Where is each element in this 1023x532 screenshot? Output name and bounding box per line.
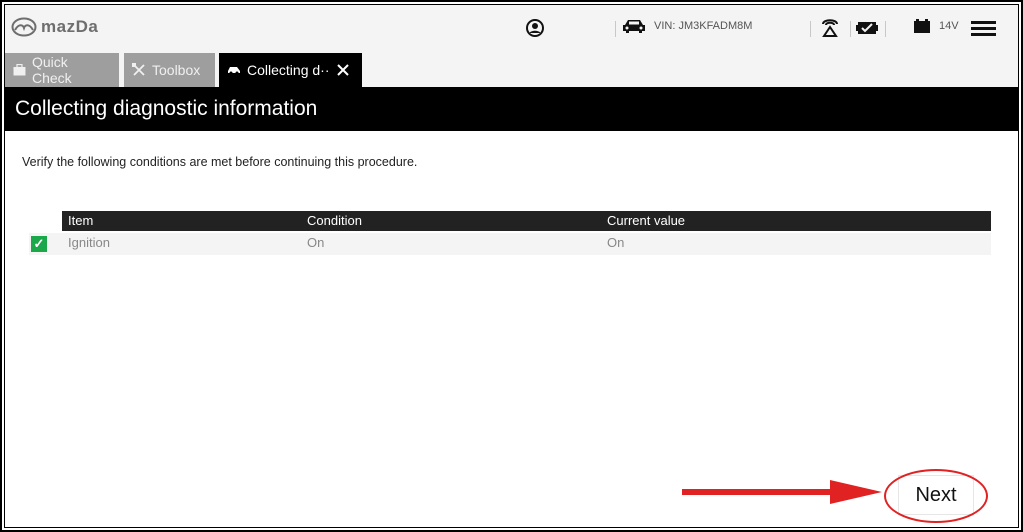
battery-voltage: 14V (939, 20, 959, 32)
brand-logo-text: mazDa (41, 17, 99, 36)
column-header-current-value: Current value (607, 213, 686, 228)
hamburger-menu-icon[interactable] (971, 20, 996, 36)
battery-status: 14V (913, 17, 959, 35)
cell-condition: On (307, 235, 325, 250)
tab-toolbox[interactable]: Toolbox (124, 53, 215, 87)
car-icon (228, 67, 240, 75)
annotation-highlight-circle (884, 469, 988, 523)
user-account-icon[interactable] (526, 19, 544, 37)
condition-met-check-icon: ✓ (31, 236, 47, 252)
battery-icon (914, 19, 930, 33)
tab-collecting-diagnostic[interactable]: Collecting d·· (219, 53, 362, 87)
page-title: Collecting diagnostic information (15, 97, 318, 120)
connection-status-icon[interactable] (820, 16, 840, 38)
vin-display: VIN: JM3KFADM8M (622, 18, 752, 34)
column-header-condition: Condition (307, 213, 362, 228)
header-divider (885, 21, 886, 37)
vci-device-icon[interactable] (856, 19, 878, 37)
column-header-item: Item (68, 213, 94, 228)
page-title-bar: Collecting diagnostic information (5, 87, 1018, 131)
brand-logo: mazDa (11, 15, 98, 39)
table-row: ✓ Ignition On On (29, 233, 991, 255)
vin-text: VIN: JM3KFADM8M (654, 20, 753, 32)
tools-icon (132, 63, 145, 76)
toolbox-case-icon (13, 64, 26, 76)
app-window: mazDa VIN: JM3KFADM8M 14V Quick Check To… (4, 4, 1019, 528)
header-divider (850, 21, 851, 37)
close-tab-icon[interactable] (337, 64, 350, 76)
tab-label: Quick Check (31, 54, 72, 86)
tab-bar: Quick Check Toolbox Collecting d·· (5, 49, 1018, 87)
tab-quick-check[interactable]: Quick Check (5, 53, 119, 87)
annotation-arrow-icon (682, 480, 882, 504)
table-header: Item Condition Current value (62, 211, 991, 231)
mazda-emblem-icon (11, 17, 37, 37)
instruction-text: Verify the following conditions are met … (22, 155, 418, 169)
vehicle-icon (623, 20, 645, 33)
tab-label: Toolbox (152, 62, 201, 78)
header-divider (615, 21, 616, 37)
header-divider (810, 21, 811, 37)
cell-item: Ignition (68, 235, 110, 250)
top-header-bar: mazDa VIN: JM3KFADM8M 14V (5, 5, 1018, 49)
tab-label: Collecting d·· (247, 62, 330, 78)
cell-current-value: On (607, 235, 625, 250)
